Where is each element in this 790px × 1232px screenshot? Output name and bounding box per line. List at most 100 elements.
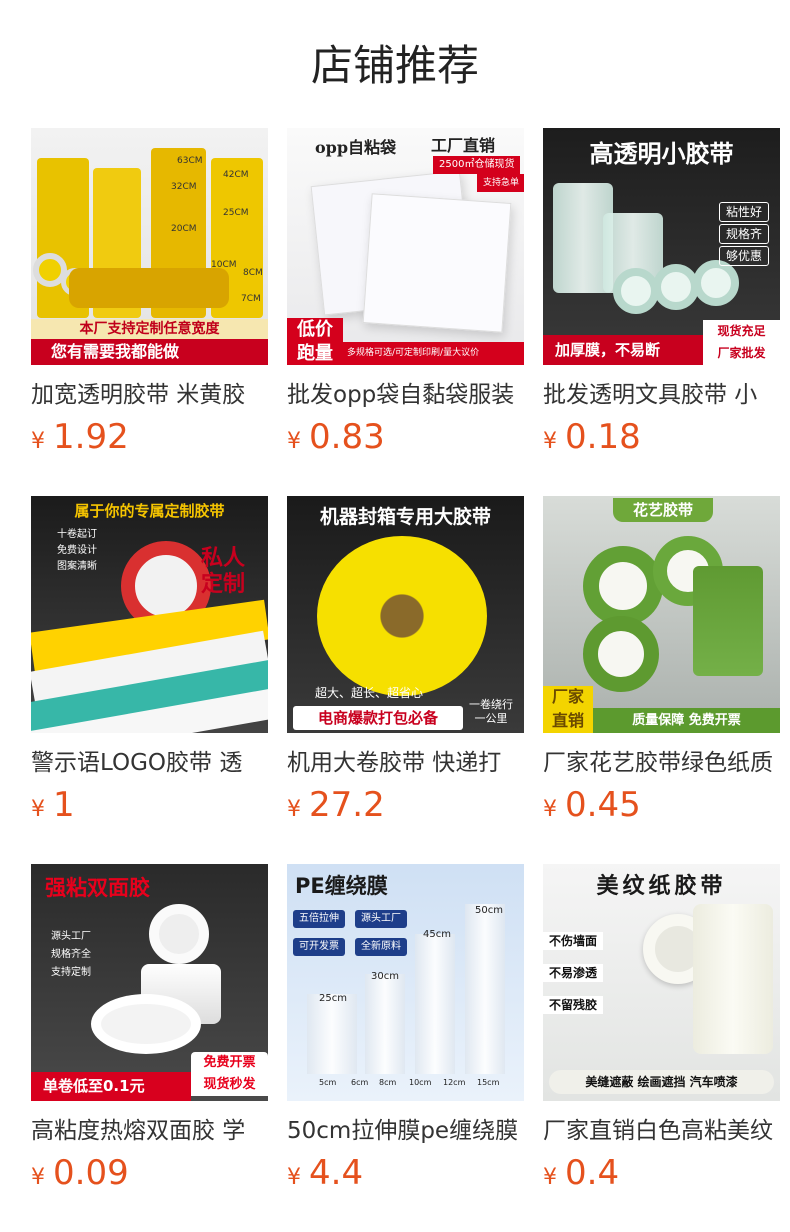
stamp-text: 私人定制 bbox=[201, 546, 246, 597]
product-card[interactable]: 强粘双面胶 源头工厂 规格齐全 支持定制 免费开票 现货秒发 单卷低至0.1元 … bbox=[31, 864, 268, 1195]
image-heading: 属于你的专属定制胶带 bbox=[74, 502, 225, 520]
badge-line1: 免费开票 bbox=[191, 1052, 268, 1074]
product-name[interactable]: 批发opp袋自黏袋服装 bbox=[287, 377, 524, 413]
size-label: 25CM bbox=[223, 208, 249, 218]
product-image[interactable]: PE缠绕膜 五倍拉伸 源头工厂 可开发票 全新原料 50cm 45cm 30cm… bbox=[287, 864, 524, 1101]
size-label: 30cm bbox=[371, 971, 399, 982]
image-footer: 多规格可选/可定制印刷/量大议价 bbox=[343, 342, 524, 365]
bullet-text: 规格齐全 bbox=[51, 949, 91, 960]
product-image[interactable]: 美纹纸胶带 不伤墙面 不易渗透 不留残胶 美缝遮蔽 绘画遮挡 汽车喷漆 bbox=[543, 864, 780, 1101]
image-tagline: 超大、超长、超省心 bbox=[315, 686, 424, 700]
price-amount: 0.09 bbox=[53, 1153, 129, 1193]
image-heading: PE缠绕膜 bbox=[295, 874, 388, 898]
size-label: 45cm bbox=[423, 929, 451, 940]
price-amount: 1 bbox=[53, 785, 75, 825]
size-label: 12cm bbox=[443, 1078, 466, 1087]
size-label: 5cm bbox=[319, 1078, 337, 1087]
product-card[interactable]: 高透明小胶带 粘性好 规格齐 够优惠 加厚膜，不易断 现货充足 厂家批发 批发透… bbox=[543, 128, 780, 459]
price-amount: 4.4 bbox=[309, 1153, 364, 1193]
image-heading: 强粘双面胶 bbox=[45, 876, 150, 900]
product-name[interactable]: 机用大卷胶带 快递打 bbox=[287, 745, 524, 781]
price-amount: 0.18 bbox=[565, 417, 641, 457]
currency-symbol: ¥ bbox=[287, 1165, 301, 1190]
product-card[interactable]: 属于你的专属定制胶带 十卷起订 免费设计 图案清晰 私人定制 警示语LOGO胶带… bbox=[31, 496, 268, 827]
bullet-text: 源头工厂 bbox=[51, 931, 91, 942]
size-label: 7CM bbox=[241, 294, 261, 304]
image-footer: 电商爆款打包必备 bbox=[293, 706, 463, 730]
product-image[interactable]: 强粘双面胶 源头工厂 规格齐全 支持定制 免费开票 现货秒发 单卷低至0.1元 bbox=[31, 864, 268, 1101]
image-footer: 单卷低至0.1元 bbox=[31, 1072, 191, 1101]
product-price: ¥0.45 bbox=[543, 783, 780, 827]
image-heading: 高透明小胶带 bbox=[589, 140, 734, 168]
product-image[interactable]: 花艺胶带 厂家 直销 质量保障 免费开票 bbox=[543, 496, 780, 733]
price-amount: 0.83 bbox=[309, 417, 385, 457]
product-image[interactable]: 63CM 42CM 32CM 25CM 20CM 10CM 8CM 7CM 本厂… bbox=[31, 128, 268, 365]
product-image[interactable]: opp自粘袋 工厂直销 2500㎡仓储现货 支持急单 低价 跑量 多规格可选/可… bbox=[287, 128, 524, 365]
product-price: ¥0.4 bbox=[543, 1151, 780, 1195]
price-amount: 27.2 bbox=[309, 785, 385, 825]
price-amount: 0.45 bbox=[565, 785, 641, 825]
product-image[interactable]: 机器封箱专用大胶带 超大、超长、超省心 电商爆款打包必备 一卷绕行 一公里 bbox=[287, 496, 524, 733]
badge-line1: 厂家 bbox=[543, 686, 593, 708]
size-label: 20CM bbox=[171, 224, 197, 234]
product-price: ¥4.4 bbox=[287, 1151, 524, 1195]
feature-tag: 规格齐 bbox=[719, 224, 770, 244]
image-heading: 花艺胶带 bbox=[613, 498, 713, 522]
product-price: ¥0.18 bbox=[543, 415, 780, 459]
product-card[interactable]: PE缠绕膜 五倍拉伸 源头工厂 可开发票 全新原料 50cm 45cm 30cm… bbox=[287, 864, 524, 1195]
price-amount: 0.4 bbox=[565, 1153, 620, 1193]
product-price: ¥27.2 bbox=[287, 783, 524, 827]
stock-tag: 2500㎡仓储现货 bbox=[433, 156, 521, 174]
image-footer-left: 加厚膜，不易断 bbox=[543, 335, 703, 365]
bullet-text: 图案清晰 bbox=[57, 561, 97, 572]
size-label: 25cm bbox=[319, 993, 347, 1004]
bullet-text: 支持定制 bbox=[51, 967, 91, 978]
product-name[interactable]: 高粘度热熔双面胶 学 bbox=[31, 1113, 268, 1149]
product-name[interactable]: 厂家直销白色高粘美纹 bbox=[543, 1113, 780, 1149]
badge-line2: 直销 bbox=[543, 708, 593, 733]
product-price: ¥0.83 bbox=[287, 415, 524, 459]
product-card[interactable]: opp自粘袋 工厂直销 2500㎡仓储现货 支持急单 低价 跑量 多规格可选/可… bbox=[287, 128, 524, 459]
product-name[interactable]: 50cm拉伸膜pe缠绕膜 bbox=[287, 1113, 524, 1149]
product-card[interactable]: 机器封箱专用大胶带 超大、超长、超省心 电商爆款打包必备 一卷绕行 一公里 机用… bbox=[287, 496, 524, 827]
product-price: ¥1.92 bbox=[31, 415, 268, 459]
product-price: ¥0.09 bbox=[31, 1151, 268, 1195]
product-name[interactable]: 加宽透明胶带 米黄胶 bbox=[31, 377, 268, 413]
product-image[interactable]: 属于你的专属定制胶带 十卷起订 免费设计 图案清晰 私人定制 bbox=[31, 496, 268, 733]
feature-tag: 不易渗透 bbox=[543, 964, 604, 982]
image-footer: 美缝遮蔽 绘画遮挡 汽车喷漆 bbox=[549, 1070, 774, 1094]
feature-tag: 五倍拉伸 bbox=[293, 910, 345, 928]
currency-symbol: ¥ bbox=[31, 1165, 45, 1190]
currency-symbol: ¥ bbox=[287, 429, 301, 454]
product-grid: 63CM 42CM 32CM 25CM 20CM 10CM 8CM 7CM 本厂… bbox=[0, 0, 790, 1232]
factory-text: 工厂直销 bbox=[431, 136, 496, 155]
product-name[interactable]: 厂家花艺胶带绿色纸质 bbox=[543, 745, 780, 781]
currency-symbol: ¥ bbox=[287, 797, 301, 822]
feature-tag: 全新原料 bbox=[355, 938, 407, 956]
product-card[interactable]: 63CM 42CM 32CM 25CM 20CM 10CM 8CM 7CM 本厂… bbox=[31, 128, 268, 459]
banner-top-text: 本厂支持定制任意宽度 bbox=[31, 319, 268, 339]
product-card[interactable]: 美纹纸胶带 不伤墙面 不易渗透 不留残胶 美缝遮蔽 绘画遮挡 汽车喷漆 厂家直销… bbox=[543, 864, 780, 1195]
feature-tag: 可开发票 bbox=[293, 938, 345, 956]
size-label: 42CM bbox=[223, 170, 249, 180]
product-card[interactable]: 花艺胶带 厂家 直销 质量保障 免费开票 厂家花艺胶带绿色纸质 ¥0.45 bbox=[543, 496, 780, 827]
size-label: 10cm bbox=[409, 1078, 432, 1087]
currency-symbol: ¥ bbox=[31, 797, 45, 822]
product-image[interactable]: 高透明小胶带 粘性好 规格齐 够优惠 加厚膜，不易断 现货充足 厂家批发 bbox=[543, 128, 780, 365]
size-label: 8CM bbox=[243, 268, 263, 278]
size-label: 6cm bbox=[351, 1078, 369, 1087]
currency-symbol: ¥ bbox=[543, 1165, 557, 1190]
badge-line1: 低价 bbox=[287, 318, 343, 342]
image-heading: opp自粘袋 bbox=[315, 138, 397, 157]
image-footer: 质量保障 免费开票 bbox=[593, 708, 780, 733]
size-label: 8cm bbox=[379, 1078, 397, 1087]
product-name[interactable]: 批发透明文具胶带 小 bbox=[543, 377, 780, 413]
currency-symbol: ¥ bbox=[543, 429, 557, 454]
feature-tag: 不留残胶 bbox=[543, 996, 604, 1014]
feature-tag: 源头工厂 bbox=[355, 910, 407, 928]
feature-tag: 够优惠 bbox=[719, 246, 770, 266]
product-price: ¥1 bbox=[31, 783, 268, 827]
price-amount: 1.92 bbox=[53, 417, 129, 457]
product-name[interactable]: 警示语LOGO胶带 透 bbox=[31, 745, 268, 781]
currency-symbol: ¥ bbox=[31, 429, 45, 454]
